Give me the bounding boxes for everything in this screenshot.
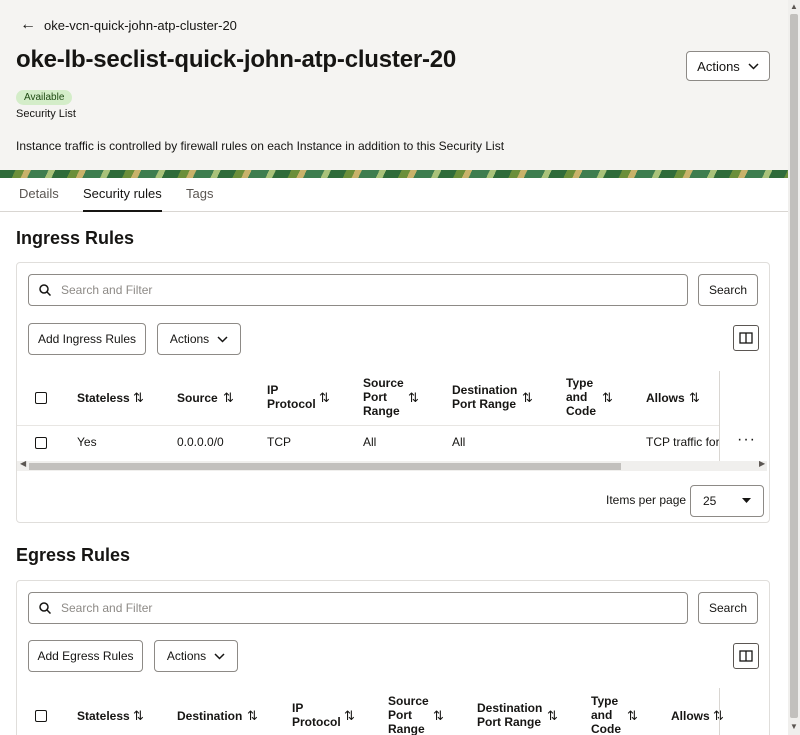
cell-source: 0.0.0.0/0 bbox=[177, 435, 224, 449]
arrow-left-icon: ← bbox=[20, 16, 36, 33]
column-header-ip-protocol[interactable]: IP Protocol bbox=[292, 701, 342, 729]
ingress-horizontal-scrollbar[interactable]: ◀ ▶ bbox=[17, 459, 767, 471]
sort-arrows-icon[interactable]: ⇅ bbox=[602, 390, 613, 406]
column-header-type-and-code[interactable]: Type and Code bbox=[591, 694, 625, 735]
sort-arrows-icon[interactable]: ⇅ bbox=[247, 708, 258, 724]
add-egress-rules-button[interactable]: Add Egress Rules bbox=[28, 640, 143, 672]
tab-tags[interactable]: Tags bbox=[186, 186, 213, 210]
column-panel-icon bbox=[739, 650, 753, 662]
egress-rules-title: Egress Rules bbox=[16, 545, 131, 565]
back-link-label: oke-vcn-quick-john-atp-cluster-20 bbox=[44, 17, 237, 33]
search-icon bbox=[39, 284, 51, 296]
ingress-rules-title: Ingress Rules bbox=[16, 228, 135, 248]
scroll-up-icon[interactable]: ▲ bbox=[790, 2, 798, 11]
sort-arrows-icon[interactable]: ⇅ bbox=[689, 390, 700, 406]
chevron-down-icon bbox=[217, 335, 228, 343]
cell-ip-protocol: TCP bbox=[267, 435, 291, 449]
page-vertical-scrollbar[interactable]: ▲ ▼ bbox=[788, 0, 800, 735]
sort-arrows-icon[interactable]: ⇅ bbox=[547, 708, 558, 724]
tab-bar: Details Security rules Tags bbox=[0, 178, 788, 212]
status-badge: Available bbox=[16, 90, 73, 105]
select-all-checkbox[interactable] bbox=[35, 392, 47, 404]
ingress-rules-table: Stateless ⇅ Source ⇅ IP Protocol ⇅ Sourc… bbox=[17, 371, 755, 461]
sort-arrows-icon[interactable]: ⇅ bbox=[133, 708, 144, 724]
ingress-search-placeholder: Search and Filter bbox=[61, 283, 153, 297]
sort-arrows-icon[interactable]: ⇅ bbox=[344, 708, 355, 724]
egress-column-panel-button[interactable] bbox=[733, 643, 759, 669]
column-header-allows[interactable]: Allows bbox=[671, 709, 710, 723]
scroll-right-icon[interactable]: ▶ bbox=[759, 459, 765, 468]
header-actions-button[interactable]: Actions bbox=[686, 51, 770, 81]
add-ingress-rules-button[interactable]: Add Ingress Rules bbox=[28, 323, 146, 355]
chevron-down-icon bbox=[214, 652, 225, 660]
egress-search-placeholder: Search and Filter bbox=[61, 601, 153, 615]
items-per-page-value: 25 bbox=[703, 494, 717, 508]
scroll-down-icon[interactable]: ▼ bbox=[790, 722, 798, 731]
more-options-icon[interactable]: ··· bbox=[737, 431, 756, 449]
tab-security-rules[interactable]: Security rules bbox=[83, 186, 162, 212]
egress-actions-button[interactable]: Actions bbox=[154, 640, 238, 672]
column-header-stateless[interactable]: Stateless bbox=[77, 391, 130, 405]
column-header-ip-protocol[interactable]: IP Protocol bbox=[267, 383, 319, 411]
resource-type-label: Security List bbox=[16, 108, 76, 120]
page-description: Instance traffic is controlled by firewa… bbox=[16, 139, 505, 153]
scrollbar-thumb[interactable] bbox=[29, 463, 621, 470]
column-header-destination[interactable]: Destination bbox=[177, 709, 242, 723]
column-header-source[interactable]: Source bbox=[177, 391, 218, 405]
column-header-destination-port-range[interactable]: Destination Port Range bbox=[452, 383, 522, 411]
column-header-source-port-range[interactable]: Source Port Range bbox=[388, 694, 429, 735]
column-header-stateless[interactable]: Stateless bbox=[77, 709, 130, 723]
egress-search-button[interactable]: Search bbox=[698, 592, 758, 624]
ingress-column-panel-button[interactable] bbox=[733, 325, 759, 351]
sort-arrows-icon[interactable]: ⇅ bbox=[627, 708, 638, 724]
sort-arrows-icon[interactable]: ⇅ bbox=[408, 390, 419, 406]
items-per-page-select[interactable]: 25 bbox=[690, 485, 764, 517]
sort-arrows-icon[interactable]: ⇅ bbox=[319, 390, 330, 406]
egress-rules-card: Search and Filter Search Add Egress Rule… bbox=[16, 580, 770, 735]
chevron-down-icon bbox=[748, 62, 759, 70]
sticky-column-divider bbox=[719, 371, 720, 461]
back-link[interactable]: ← oke-vcn-quick-john-atp-cluster-20 bbox=[20, 17, 237, 33]
search-icon bbox=[39, 602, 51, 614]
cell-source-port-range: All bbox=[363, 435, 377, 449]
ingress-actions-label: Actions bbox=[169, 332, 210, 346]
items-per-page-label: Items per page bbox=[606, 493, 687, 507]
scrollbar-thumb[interactable] bbox=[790, 14, 798, 718]
caret-down-icon bbox=[742, 498, 751, 503]
sort-arrows-icon[interactable]: ⇅ bbox=[133, 390, 144, 406]
row-divider bbox=[17, 425, 720, 426]
column-header-destination-port-range[interactable]: Destination Port Range bbox=[477, 701, 547, 729]
column-header-allows[interactable]: Allows bbox=[646, 391, 685, 405]
sticky-column-divider bbox=[719, 688, 720, 735]
decorative-banner bbox=[0, 170, 788, 178]
ingress-search-button[interactable]: Search bbox=[698, 274, 758, 306]
egress-rules-table: Stateless ⇅ Destination ⇅ IP Protocol ⇅ … bbox=[17, 688, 724, 735]
sort-arrows-icon[interactable]: ⇅ bbox=[522, 390, 533, 406]
egress-search-input[interactable]: Search and Filter bbox=[28, 592, 688, 624]
ingress-actions-button[interactable]: Actions bbox=[157, 323, 241, 355]
header-actions-label: Actions bbox=[697, 58, 740, 74]
page-title: oke-lb-seclist-quick-john-atp-cluster-20 bbox=[16, 46, 457, 73]
column-header-type-and-code[interactable]: Type and Code bbox=[566, 376, 600, 418]
page-header: ← oke-vcn-quick-john-atp-cluster-20 oke-… bbox=[0, 0, 788, 170]
cell-destination-port-range: All bbox=[452, 435, 466, 449]
scroll-left-icon[interactable]: ◀ bbox=[20, 459, 26, 468]
sort-arrows-icon[interactable]: ⇅ bbox=[223, 390, 234, 406]
select-all-checkbox[interactable] bbox=[35, 710, 47, 722]
ingress-rules-card: Search and Filter Search Add Ingress Rul… bbox=[16, 262, 770, 523]
tab-details[interactable]: Details bbox=[19, 186, 59, 210]
column-header-source-port-range[interactable]: Source Port Range bbox=[363, 376, 404, 418]
column-panel-icon bbox=[739, 332, 753, 344]
egress-actions-label: Actions bbox=[166, 649, 207, 663]
cell-stateless: Yes bbox=[77, 435, 97, 449]
cell-allows: TCP traffic for p bbox=[646, 435, 719, 449]
row-checkbox[interactable] bbox=[35, 437, 47, 449]
ingress-search-input[interactable]: Search and Filter bbox=[28, 274, 688, 306]
sort-arrows-icon[interactable]: ⇅ bbox=[433, 708, 444, 724]
